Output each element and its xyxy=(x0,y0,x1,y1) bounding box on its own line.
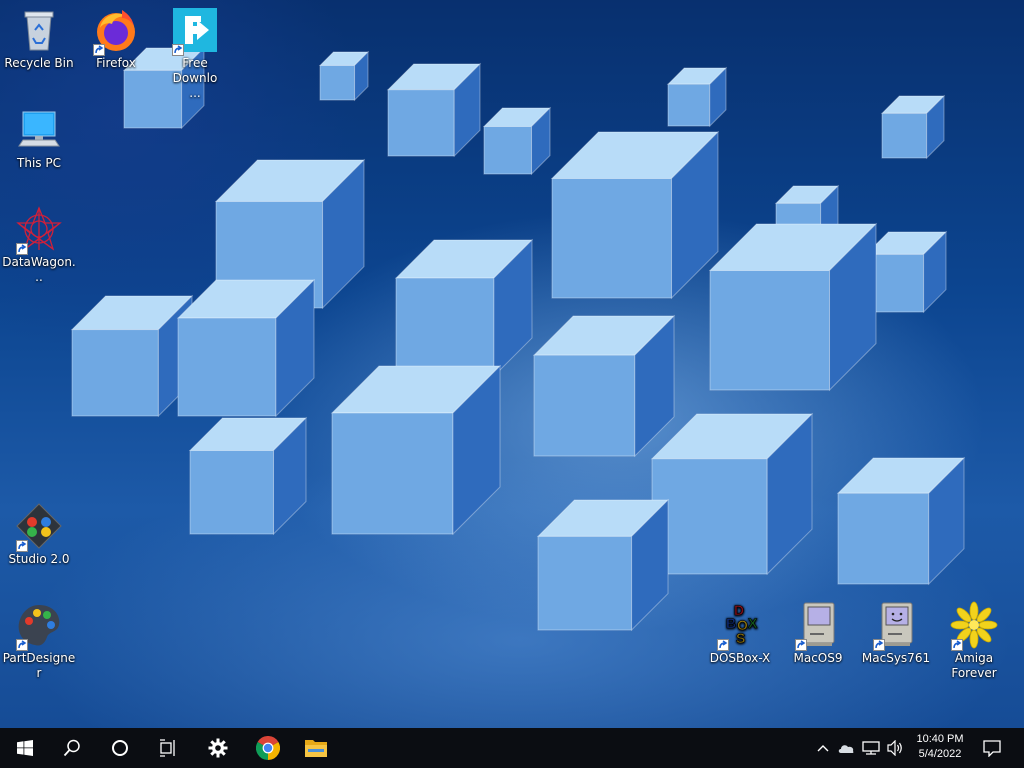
show-hidden-icons-button[interactable] xyxy=(814,728,832,768)
search-icon xyxy=(63,739,80,757)
chrome-taskbar-button[interactable] xyxy=(245,728,291,768)
macos9-icon xyxy=(794,601,842,651)
desktop-icon-studio[interactable]: Studio 2.0 xyxy=(1,502,77,567)
datawagon-icon xyxy=(15,205,63,255)
file-explorer-taskbar-button[interactable] xyxy=(293,728,339,768)
shortcut-arrow-icon xyxy=(16,639,28,651)
wallpaper-cube xyxy=(836,456,966,586)
wallpaper-cube xyxy=(70,294,194,418)
dosbox-icon: D B O X S xyxy=(716,601,764,651)
desktop-icon-label: DOSBox-X xyxy=(709,651,771,665)
partdesigner-icon xyxy=(15,601,63,651)
desktop-icon-amiga-forever[interactable]: Amiga Forever xyxy=(936,601,1012,681)
desktop-icon-label: DataWagon... xyxy=(2,255,76,284)
volume-tray-button[interactable] xyxy=(884,728,906,768)
action-center-button[interactable] xyxy=(978,728,1006,768)
desktop-icon-free-download-manager[interactable]: Free Downlo... xyxy=(157,6,233,101)
wallpaper-cube xyxy=(536,498,670,632)
svg-text:B: B xyxy=(726,615,736,631)
chrome-icon xyxy=(256,736,280,760)
shortcut-arrow-icon xyxy=(873,639,885,651)
chevron-up-icon xyxy=(817,745,829,752)
clock-date: 5/4/2022 xyxy=(918,748,962,760)
desktop-icon-label: Amiga Forever xyxy=(951,651,997,680)
folder-icon xyxy=(305,740,327,757)
wallpaper-cube xyxy=(666,66,728,128)
desktop-icon-partdesigner[interactable]: PartDesigner xyxy=(1,601,77,681)
start-button[interactable] xyxy=(2,728,48,768)
wallpaper-cube xyxy=(176,278,316,418)
shortcut-arrow-icon xyxy=(172,44,184,56)
wallpaper-cube xyxy=(532,314,676,458)
network-tray-button[interactable] xyxy=(860,728,882,768)
desktop-icon-label: Studio 2.0 xyxy=(8,552,70,566)
wallpaper-cube xyxy=(708,222,878,392)
shortcut-arrow-icon xyxy=(795,639,807,651)
wallpaper-cube xyxy=(318,50,370,102)
desktop-icon-label: MacSys761 xyxy=(861,651,931,665)
shortcut-arrow-icon xyxy=(951,639,963,651)
taskbar: 10:40 PM 5/4/2022 xyxy=(0,728,1024,768)
action-center-icon xyxy=(983,740,1001,757)
network-icon xyxy=(862,741,880,755)
svg-text:X: X xyxy=(748,615,758,631)
desktop-icon-label: PartDesigner xyxy=(2,651,76,680)
wallpaper-cube xyxy=(482,106,552,176)
desktop-icon-label: MacOS9 xyxy=(793,651,843,665)
windows-logo-icon xyxy=(17,740,33,756)
clock[interactable]: 10:40 PM 5/4/2022 xyxy=(905,728,975,768)
svg-text:S: S xyxy=(736,630,745,646)
desktop-icon-label: This PC xyxy=(17,156,61,170)
wallpaper-cube xyxy=(650,412,814,576)
macsys761-icon xyxy=(872,601,920,651)
wallpaper-cube xyxy=(394,238,534,378)
desktop-icon-macos9[interactable]: MacOS9 xyxy=(780,601,856,666)
wallpaper-cube xyxy=(188,416,308,536)
shortcut-arrow-icon xyxy=(16,540,28,552)
clock-time: 10:40 PM xyxy=(916,733,964,745)
volume-icon xyxy=(887,740,902,756)
desktop-icon-firefox[interactable]: Firefox xyxy=(78,6,154,71)
desktop-icon-label: Firefox xyxy=(96,56,136,70)
wallpaper-cube xyxy=(880,94,946,160)
desktop-icon-macsys761[interactable]: MacSys761 xyxy=(858,601,934,666)
recycle-bin-icon xyxy=(15,6,63,54)
cortana-icon xyxy=(112,740,128,756)
wallpaper-cube xyxy=(330,364,502,536)
shortcut-arrow-icon xyxy=(16,243,28,255)
task-view-icon xyxy=(160,739,175,757)
desktop-icon-recycle-bin[interactable]: Recycle Bin xyxy=(1,6,77,71)
search-button[interactable] xyxy=(49,728,95,768)
cortana-button[interactable] xyxy=(97,728,143,768)
desktop: Recycle Bin Firefox Free Downlo... This … xyxy=(0,0,1024,728)
free-download-manager-icon xyxy=(171,6,219,56)
task-view-button[interactable] xyxy=(145,728,191,768)
wallpaper-cube xyxy=(386,62,482,158)
this-pc-icon xyxy=(15,106,63,154)
desktop-icon-this-pc[interactable]: This PC xyxy=(1,106,77,171)
desktop-icon-dosbox[interactable]: D B O X S DOSBox-X xyxy=(702,601,778,666)
onedrive-tray-button[interactable] xyxy=(836,728,856,768)
desktop-icon-label: Recycle Bin xyxy=(4,56,74,70)
wallpaper-cube xyxy=(550,130,720,300)
desktop-icon-datawagon[interactable]: DataWagon... xyxy=(1,205,77,285)
wallpaper-cube xyxy=(864,230,948,314)
gear-icon xyxy=(208,738,228,758)
onedrive-icon xyxy=(838,745,854,753)
amiga-forever-icon xyxy=(950,601,998,651)
settings-taskbar-button[interactable] xyxy=(195,728,241,768)
shortcut-arrow-icon xyxy=(93,44,105,56)
shortcut-arrow-icon xyxy=(717,639,729,651)
desktop-icon-label: Free Downlo... xyxy=(172,56,218,100)
studio-icon xyxy=(15,502,63,552)
firefox-icon xyxy=(92,6,140,56)
